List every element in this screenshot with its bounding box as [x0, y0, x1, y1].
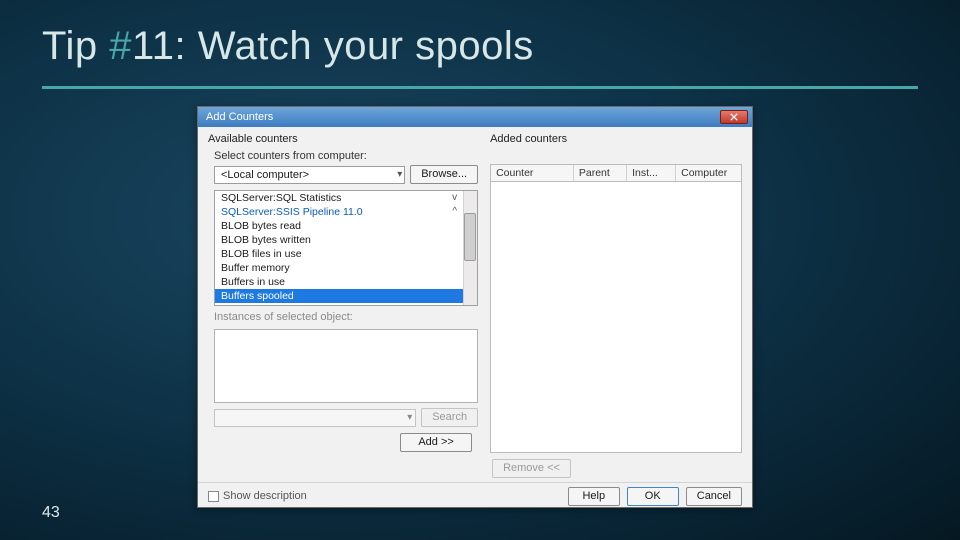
computer-combo[interactable]: <Local computer> ▾ [214, 166, 405, 184]
added-counters-panel: Added counters Counter Parent Inst... Co… [486, 127, 752, 482]
select-from-computer-label: Select counters from computer: [214, 150, 478, 162]
counter-row[interactable]: BLOB files in use [215, 247, 477, 261]
chevron-down-icon: ▾ [397, 169, 402, 180]
counter-row[interactable]: SQLServer:SQL Statisticsv [215, 191, 477, 205]
counter-row[interactable]: BLOB bytes read [215, 219, 477, 233]
add-button[interactable]: Add >> [400, 433, 472, 452]
added-counters-header: Counter Parent Inst... Computer [490, 164, 742, 182]
header-parent[interactable]: Parent [574, 165, 627, 181]
add-counters-dialog: Add Counters Available counters Select c… [197, 106, 753, 508]
counter-row[interactable]: Buffer memory [215, 261, 477, 275]
search-combo[interactable]: ▾ [214, 409, 416, 427]
close-icon [730, 113, 738, 121]
scrollbar-track[interactable] [463, 191, 477, 305]
search-button[interactable]: Search [421, 408, 478, 427]
remove-button[interactable]: Remove << [492, 459, 571, 478]
title-hash: # [109, 24, 132, 68]
header-computer[interactable]: Computer [676, 165, 741, 181]
dialog-footer: Show description Help OK Cancel [198, 482, 752, 509]
counter-row[interactable]: Buffers spooled [215, 289, 477, 303]
dialog-title: Add Counters [206, 111, 273, 123]
show-description-checkbox[interactable]: Show description [208, 490, 307, 502]
scrollbar-thumb[interactable] [464, 213, 476, 261]
browse-button[interactable]: Browse... [410, 165, 478, 184]
title-pre: Tip [42, 24, 109, 68]
available-counters-label: Available counters [208, 133, 478, 145]
instances-label: Instances of selected object: [214, 311, 478, 323]
counter-row[interactable]: SQLServer:SSIS Pipeline 11.0^ [215, 205, 477, 219]
counter-row[interactable]: Buffers in use [215, 275, 477, 289]
help-button[interactable]: Help [568, 487, 620, 506]
expand-icon: v [452, 192, 459, 204]
close-button[interactable] [720, 110, 748, 124]
slide-title: Tip #11: Watch your spools [42, 24, 534, 69]
title-rule [42, 86, 918, 89]
expand-icon: ^ [452, 206, 459, 218]
slide: Tip #11: Watch your spools 43 Add Counte… [0, 0, 960, 540]
counters-listbox[interactable]: SQLServer:SQL StatisticsvSQLServer:SSIS … [214, 190, 478, 306]
counter-row[interactable]: BLOB bytes written [215, 233, 477, 247]
chevron-down-icon: ▾ [407, 412, 412, 423]
checkbox-icon [208, 491, 219, 502]
counter-row[interactable]: Flat buffer memory [215, 303, 477, 306]
header-counter[interactable]: Counter [491, 165, 574, 181]
added-counters-list[interactable] [490, 182, 742, 453]
titlebar[interactable]: Add Counters [198, 107, 752, 127]
page-number: 43 [42, 504, 60, 522]
instances-listbox[interactable] [214, 329, 478, 403]
computer-combo-value: <Local computer> [221, 169, 309, 181]
added-counters-label: Added counters [490, 133, 742, 145]
dialog-body: Available counters Select counters from … [198, 127, 752, 482]
ok-button[interactable]: OK [627, 487, 679, 506]
header-instance[interactable]: Inst... [627, 165, 676, 181]
show-description-label: Show description [223, 490, 307, 502]
cancel-button[interactable]: Cancel [686, 487, 742, 506]
available-counters-panel: Available counters Select counters from … [198, 127, 486, 482]
title-post: 11: Watch your spools [132, 24, 534, 68]
